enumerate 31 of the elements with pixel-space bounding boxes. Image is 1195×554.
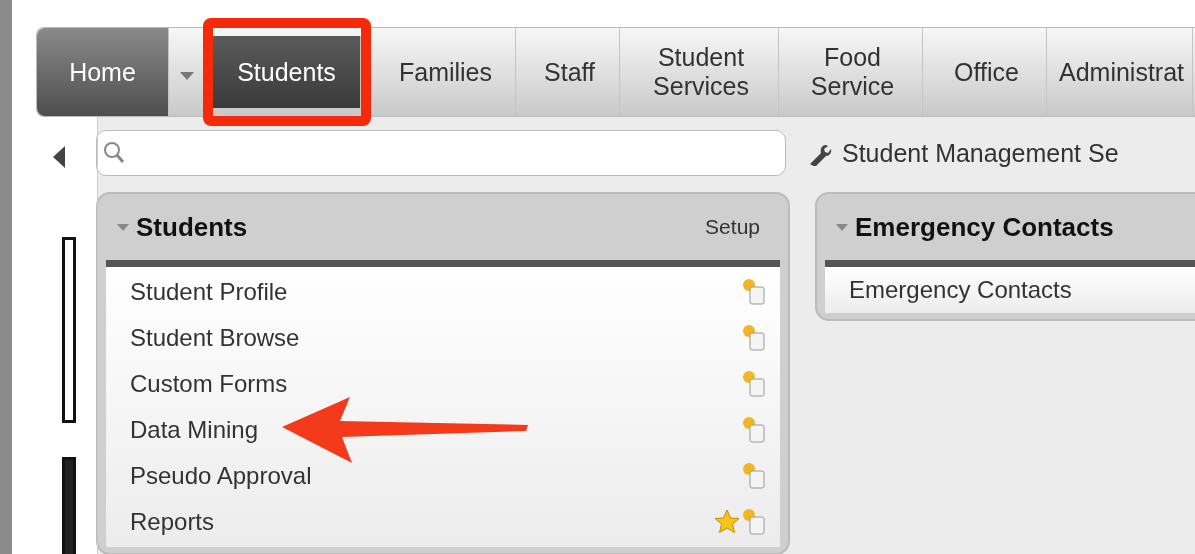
- expand-caret-icon[interactable]: [116, 222, 130, 232]
- panel-title: Students: [136, 211, 248, 243]
- dropdown-caret-icon[interactable]: [179, 71, 195, 81]
- nav-tab[interactable]: Student Services: [624, 28, 779, 116]
- search-field[interactable]: [96, 130, 786, 176]
- menu-item-link[interactable]: Data Mining: [130, 416, 259, 444]
- page-sparkle-icon[interactable]: [742, 278, 766, 306]
- nav-tab[interactable]: Families: [376, 28, 516, 116]
- collapse-arrow-icon[interactable]: [52, 145, 66, 169]
- menu-item-link[interactable]: Student Profile: [130, 278, 288, 306]
- page-sparkle-icon[interactable]: [742, 508, 766, 536]
- settings-link[interactable]: Student Management Se: [842, 138, 1119, 168]
- menu-item-link[interactable]: Student Browse: [130, 324, 300, 352]
- search-icon: [103, 141, 125, 165]
- page-sparkle-icon[interactable]: [742, 462, 766, 490]
- page-sparkle-icon[interactable]: [742, 324, 766, 352]
- star-icon[interactable]: [714, 509, 740, 535]
- home-tab[interactable]: Home: [37, 28, 169, 116]
- panel-title: Emergency Contacts: [855, 211, 1114, 243]
- nav-tab[interactable]: Students: [213, 36, 361, 108]
- nav-tab[interactable]: Office: [927, 28, 1047, 116]
- expand-caret-icon[interactable]: [835, 222, 849, 232]
- nav-tab[interactable]: Administrat: [1051, 28, 1194, 116]
- nav-tab[interactable]: Food Service: [783, 28, 923, 116]
- page-sparkle-icon[interactable]: [742, 370, 766, 398]
- nav-tab[interactable]: Staff: [520, 28, 620, 116]
- menu-item-link[interactable]: Reports: [130, 508, 215, 536]
- menu-item-link[interactable]: Custom Forms: [130, 370, 288, 398]
- menu-item-link[interactable]: Pseudo Approval: [130, 462, 312, 490]
- page-sparkle-icon[interactable]: [742, 416, 766, 444]
- setup-link[interactable]: Setup: [705, 215, 760, 239]
